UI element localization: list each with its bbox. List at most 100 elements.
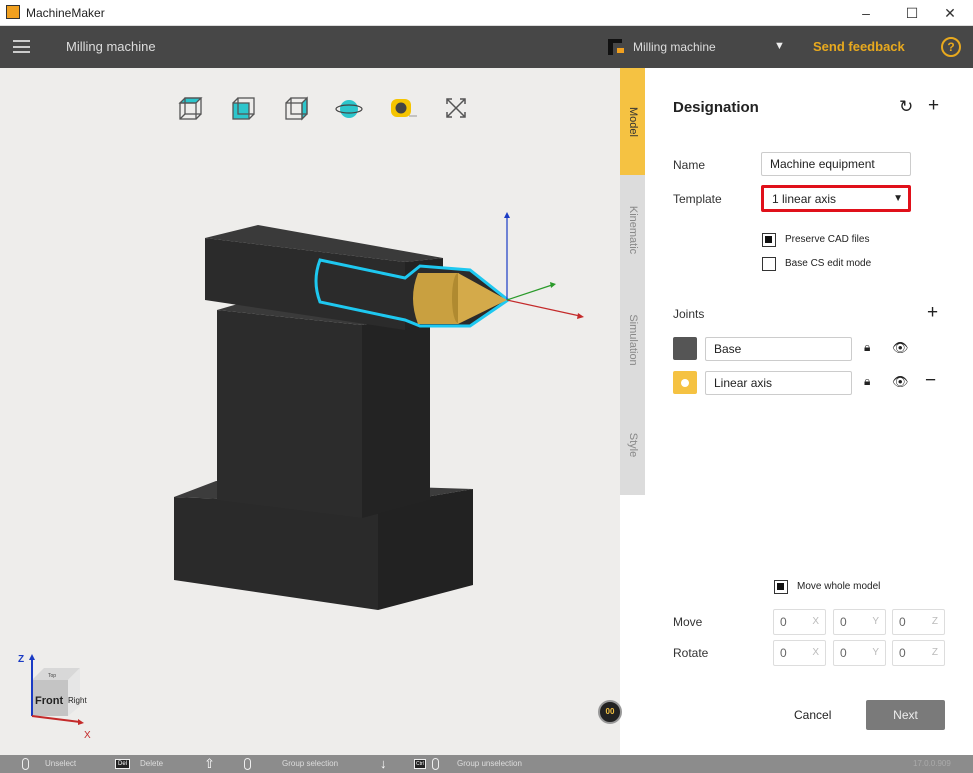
tab-simulation[interactable]: Simulation	[620, 285, 645, 395]
arrow-down-icon: ↓	[380, 756, 387, 771]
joints-label: Joints	[673, 307, 705, 321]
send-feedback-link[interactable]: Send feedback	[813, 39, 905, 54]
joint-color-swatch[interactable]	[673, 337, 697, 360]
base-cs-label: Base CS edit mode	[785, 258, 872, 269]
joint-color-swatch[interactable]	[673, 371, 697, 394]
joint-name-input[interactable]: Base	[705, 337, 852, 361]
tab-label: Simulation	[626, 314, 639, 366]
measure-tape-icon[interactable]	[391, 99, 417, 117]
z-suffix: Z	[931, 616, 938, 627]
header-title: Milling machine	[66, 39, 156, 54]
eye-icon[interactable]: 👁︎	[892, 340, 909, 356]
rotate-label: Rotate	[673, 646, 709, 660]
mouse-icon	[432, 758, 439, 770]
add-joint-icon[interactable]: +	[927, 302, 938, 324]
move-whole-checkbox[interactable]	[774, 580, 788, 594]
view-cube[interactable]: Front Right Top Z X	[18, 654, 91, 741]
z-suffix: Z	[931, 647, 938, 658]
rotate-y-value: 0	[840, 646, 847, 660]
mouse-icon	[22, 758, 29, 770]
tab-label: Model	[626, 106, 639, 137]
move-y-input[interactable]: 0Y	[833, 609, 886, 635]
group-selection-hint: Group selection	[282, 759, 339, 768]
fit-view-icon[interactable]	[446, 98, 466, 118]
window-title: MachineMaker	[26, 6, 105, 20]
template-select[interactable]: 1 linear axis ▼	[761, 185, 911, 212]
view-cube-front[interactable]: Front	[35, 695, 63, 707]
rotate-z-input[interactable]: 0Z	[892, 640, 945, 666]
mouse-icon	[244, 758, 251, 770]
x-suffix: X	[812, 647, 819, 658]
template-value: 1 linear axis	[772, 192, 837, 206]
add-icon[interactable]: +	[928, 95, 939, 117]
unselect-hint: Unselect	[45, 759, 77, 768]
move-z-value: 0	[899, 615, 906, 629]
name-input[interactable]: Machine equipment	[761, 152, 911, 176]
move-y-value: 0	[840, 615, 847, 629]
panel-title: Designation	[673, 99, 759, 116]
x-suffix: X	[812, 616, 819, 627]
group-unselection-hint: Group unselection	[457, 759, 522, 768]
axis-z-label: Z	[18, 654, 24, 665]
next-button[interactable]: Next	[866, 700, 945, 730]
cancel-button[interactable]: Cancel	[794, 708, 831, 722]
rotate-x-value: 0	[780, 646, 787, 660]
joint-name-input[interactable]: Linear axis	[705, 371, 852, 395]
delete-key-icon: Del	[115, 759, 131, 769]
coordinate-axes	[504, 212, 584, 319]
designation-panel: Designation ↻ + Name Machine equipment T…	[645, 68, 973, 755]
lock-icon[interactable]: 🔒︎	[864, 374, 870, 389]
rotate-z-value: 0	[899, 646, 906, 660]
menu-icon[interactable]	[13, 40, 30, 53]
machine-column[interactable]	[217, 297, 430, 518]
close-button[interactable]: ✕	[927, 0, 973, 26]
tab-style[interactable]: Style	[620, 395, 645, 495]
base-cs-checkbox[interactable]	[762, 257, 776, 271]
move-label: Move	[673, 615, 703, 629]
eye-icon[interactable]: 👁︎	[892, 374, 909, 390]
project-select[interactable]: Milling machine	[633, 40, 716, 54]
rotate-y-input[interactable]: 0Y	[833, 640, 886, 666]
tab-kinematic[interactable]: Kinematic	[620, 175, 645, 285]
reset-icon[interactable]: ↻	[899, 97, 913, 117]
tab-model[interactable]: Model	[620, 68, 645, 175]
shift-key-icon: ⇧	[204, 756, 215, 771]
rotate-x-input[interactable]: 0X	[773, 640, 826, 666]
tab-label: Style	[626, 432, 639, 458]
orbit-icon[interactable]	[335, 100, 363, 118]
name-label: Name	[673, 158, 706, 172]
view-top-icon[interactable]	[178, 97, 203, 120]
chevron-down-icon[interactable]: ▼	[774, 40, 785, 52]
move-x-input[interactable]: 0X	[773, 609, 826, 635]
help-icon[interactable]: ?	[941, 37, 961, 57]
preserve-cad-label: Preserve CAD files	[785, 234, 870, 245]
tab-label: Kinematic	[626, 205, 639, 255]
machine-icon	[608, 39, 624, 55]
view-front-icon[interactable]	[232, 97, 255, 120]
y-suffix: Y	[872, 647, 879, 658]
chevron-down-icon: ▼	[893, 193, 903, 204]
view-right-icon[interactable]	[285, 96, 308, 121]
3d-viewport[interactable]: Front Right Top Z X 00	[0, 68, 622, 755]
view-mode-button[interactable]: 00	[598, 700, 622, 724]
version-label: 17.0.0.909	[913, 759, 951, 768]
lock-icon[interactable]: 🔒︎	[864, 340, 870, 355]
ctrl-key-icon: Ctrl	[414, 759, 426, 769]
view-cube-right[interactable]: Right	[68, 696, 87, 705]
minimize-button[interactable]: –	[843, 0, 889, 26]
app-header: Milling machine Milling machine ▼ Send f…	[0, 26, 973, 68]
title-bar: MachineMaker – ☐ ✕	[0, 0, 973, 26]
view-cube-top[interactable]: Top	[48, 673, 56, 679]
y-suffix: Y	[872, 616, 879, 627]
axis-x-label: X	[84, 730, 91, 741]
remove-joint-icon[interactable]: −	[925, 370, 936, 392]
move-z-input[interactable]: 0Z	[892, 609, 945, 635]
app-logo-icon	[6, 5, 20, 19]
status-bar: Unselect Del Delete ⇧ Group selection ↓ …	[0, 755, 973, 773]
move-whole-label: Move whole model	[797, 581, 881, 592]
model-canvas: Front Right Top Z X	[18, 96, 584, 741]
move-x-value: 0	[780, 615, 787, 629]
delete-hint: Delete	[140, 759, 164, 768]
template-label: Template	[673, 192, 722, 206]
preserve-cad-checkbox[interactable]	[762, 233, 776, 247]
